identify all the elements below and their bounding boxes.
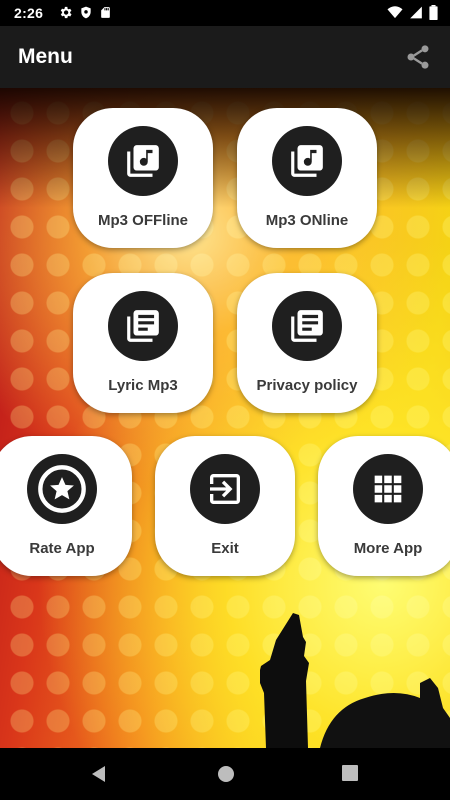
status-time: 2:26	[14, 5, 44, 21]
exit-icon	[210, 474, 240, 504]
exit-label: Exit	[211, 540, 239, 557]
battery-icon	[429, 5, 438, 20]
wifi-icon	[387, 6, 403, 19]
star-icon	[38, 465, 86, 513]
more-app-button[interactable]: More App	[318, 436, 450, 576]
crowd-silhouette	[260, 613, 450, 748]
status-left-icons	[58, 5, 112, 20]
rate-app-label: Rate App	[29, 540, 95, 557]
grid-icon	[374, 475, 402, 503]
sd-card-icon	[101, 7, 110, 18]
privacy-policy-button[interactable]: Privacy policy	[237, 273, 377, 413]
navigation-bar	[0, 748, 450, 800]
more-app-label: More App	[353, 540, 423, 557]
shield-icon	[81, 6, 91, 19]
status-bar: 2:26	[0, 0, 450, 26]
document-library-icon	[291, 310, 323, 342]
gear-icon	[60, 6, 72, 19]
document-library-icon	[127, 310, 159, 342]
status-right-icons	[387, 5, 438, 20]
music-library-icon	[291, 145, 323, 177]
privacy-policy-label: Privacy policy	[256, 377, 358, 394]
mp3-offline-button[interactable]: Mp3 OFFline	[73, 108, 213, 248]
exit-button[interactable]: Exit	[155, 436, 295, 576]
mp3-online-button[interactable]: Mp3 ONline	[237, 108, 377, 248]
page-title: Menu	[18, 45, 73, 68]
mp3-online-label: Mp3 ONline	[265, 212, 349, 229]
share-icon[interactable]	[404, 43, 432, 71]
home-icon[interactable]	[216, 764, 236, 784]
rate-app-button[interactable]: Rate App	[0, 436, 132, 576]
back-icon[interactable]	[89, 764, 109, 784]
signal-icon	[410, 6, 422, 19]
music-library-icon	[127, 145, 159, 177]
lyric-mp3-button[interactable]: Lyric Mp3	[73, 273, 213, 413]
lyric-mp3-label: Lyric Mp3	[108, 377, 178, 394]
mp3-offline-label: Mp3 OFFline	[98, 212, 188, 229]
recents-icon[interactable]	[341, 764, 359, 782]
app-bar: Menu	[0, 26, 450, 88]
menu-background: Mp3 OFFline Mp3 ONline Lyric Mp3 Privacy…	[0, 88, 450, 748]
